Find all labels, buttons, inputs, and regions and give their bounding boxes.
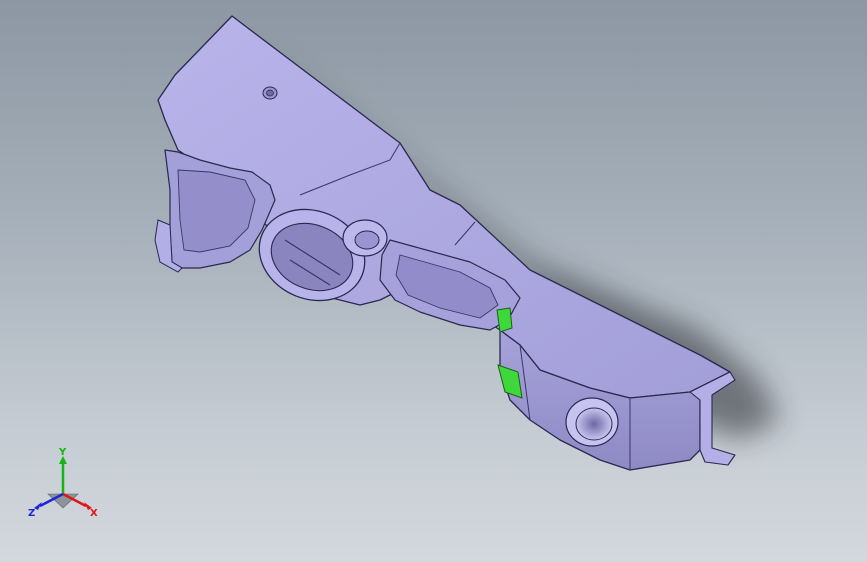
top-threaded-hole-inner	[266, 89, 274, 97]
axis-triad[interactable]: Y X Z	[22, 446, 112, 526]
y-axis-label: Y	[58, 447, 67, 458]
graphics-viewport[interactable]: Y X Z	[0, 0, 867, 562]
boss-hole	[354, 230, 380, 250]
triad-base	[47, 493, 79, 509]
x-axis-label: X	[90, 508, 98, 519]
highlight-face-1	[496, 307, 513, 333]
part-model[interactable]	[0, 0, 867, 562]
bore-hole	[575, 407, 613, 441]
z-axis-label: Z	[28, 508, 35, 519]
